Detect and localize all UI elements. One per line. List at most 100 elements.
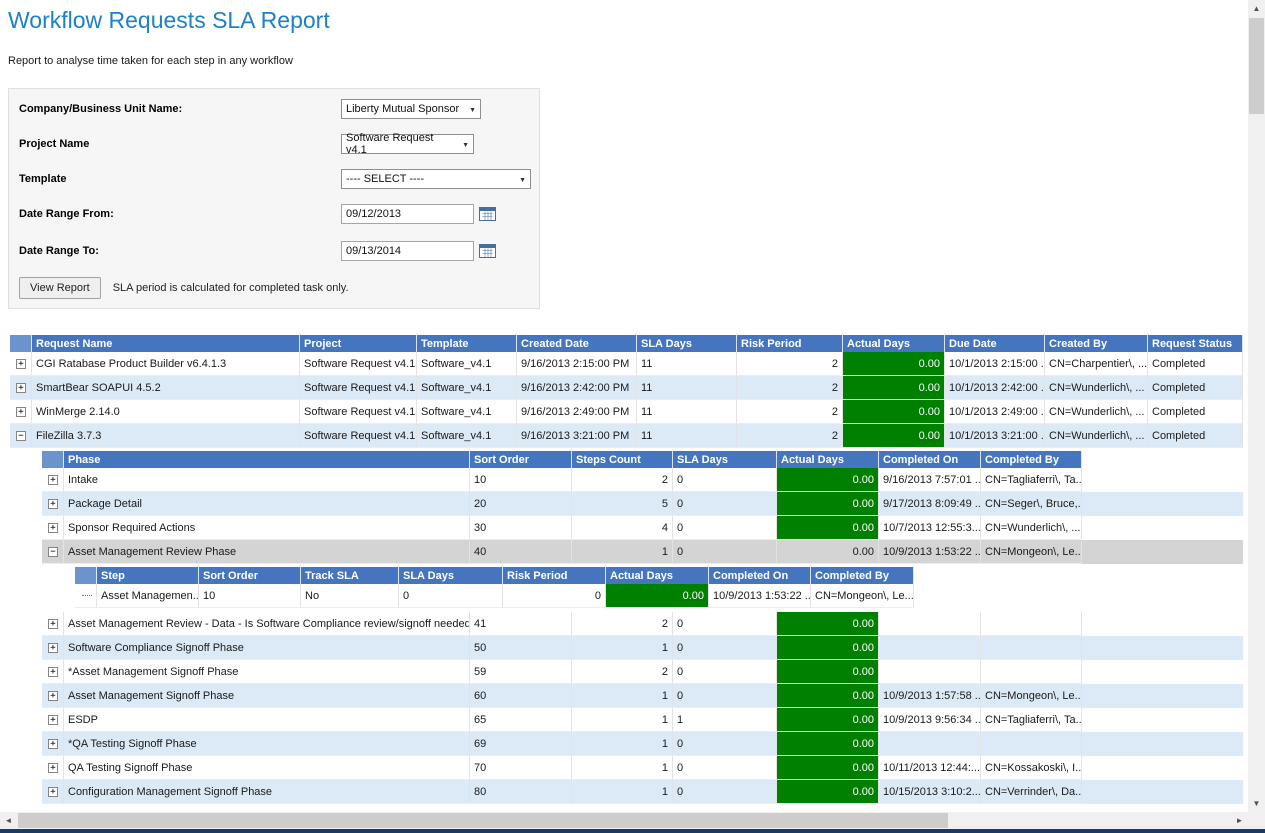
expander-cell: −	[42, 540, 64, 564]
request-row-created_by: CN=Wunderlich\, ...	[1045, 376, 1148, 400]
column-header-step: Step	[97, 567, 199, 584]
collapse-icon[interactable]: −	[48, 547, 58, 557]
expand-icon[interactable]: +	[48, 691, 58, 701]
request-row-actual: 0.00	[843, 400, 945, 424]
expand-icon[interactable]: +	[48, 739, 58, 749]
phase-table-header: PhaseSort OrderSteps CountSLA DaysActual…	[42, 451, 1243, 468]
phase-table: PhaseSort OrderSteps CountSLA DaysActual…	[42, 451, 1243, 804]
calendar-icon	[479, 243, 497, 259]
step-row-track: No	[301, 584, 399, 608]
expand-icon[interactable]: +	[48, 619, 58, 629]
template-select[interactable]: ---- SELECT ----	[341, 169, 531, 189]
request-row-actual: 0.00	[843, 424, 945, 448]
phase-row-steps: 1	[572, 684, 673, 708]
horizontal-scrollbar[interactable]	[0, 812, 1248, 829]
expand-icon[interactable]: +	[48, 715, 58, 725]
expander-cell: +	[42, 708, 64, 732]
vertical-scrollbar-thumb[interactable]	[1249, 18, 1264, 114]
expander-cell: −	[10, 424, 32, 448]
date-to-input[interactable]	[341, 241, 474, 261]
collapse-icon[interactable]: −	[16, 431, 26, 441]
phase-row-steps: 2	[572, 660, 673, 684]
request-row-created: 9/16/2013 3:21:00 PM	[517, 424, 637, 448]
expand-icon[interactable]: +	[16, 359, 26, 369]
phase-row-completed_by: CN=Verrinder\, Da...	[981, 780, 1082, 804]
phase-row-steps: 5	[572, 492, 673, 516]
expander-cell: +	[42, 636, 64, 660]
scroll-left-icon[interactable]	[0, 812, 17, 829]
column-header-request-status: Request Status	[1148, 335, 1243, 352]
expander-cell: +	[42, 732, 64, 756]
date-from-input[interactable]	[341, 204, 474, 224]
request-row-status: Completed	[1148, 424, 1243, 448]
expand-icon[interactable]: +	[48, 523, 58, 533]
step-row: Asset Managemen...10No000.0010/9/2013 1:…	[75, 584, 1243, 608]
request-row-project: Software Request v4.1	[300, 400, 417, 424]
phase-row-actual: 0.00	[777, 468, 879, 492]
expander-cell	[75, 584, 97, 608]
expand-icon[interactable]: +	[48, 499, 58, 509]
expand-icon[interactable]: +	[48, 787, 58, 797]
phase-row-sla: 0	[673, 684, 777, 708]
phase-row: +*QA Testing Signoff Phase69100.00	[42, 732, 1243, 756]
phase-row-completed_on: 10/11/2013 12:44:...	[879, 756, 981, 780]
date-from-label: Date Range From:	[19, 208, 114, 220]
expand-icon[interactable]: +	[48, 475, 58, 485]
expand-icon[interactable]: +	[48, 667, 58, 677]
column-header-risk-period: Risk Period	[737, 335, 843, 352]
project-select[interactable]: Software Request v4.1	[341, 134, 474, 154]
phase-row-sort: 10	[470, 468, 572, 492]
expand-icon[interactable]: +	[48, 763, 58, 773]
request-row-template: Software_v4.1	[417, 352, 517, 376]
request-row-sla: 11	[637, 424, 737, 448]
request-header-row: Request NameProjectTemplateCreated DateS…	[10, 335, 1243, 352]
request-row-created: 9/16/2013 2:49:00 PM	[517, 400, 637, 424]
request-row-created_by: CN=Wunderlich\, ...	[1045, 400, 1148, 424]
phase-row-completed_on: 10/15/2013 3:10:2...	[879, 780, 981, 804]
date-to-calendar-button[interactable]	[479, 242, 499, 260]
sla-note: SLA period is calculated for completed t…	[113, 282, 349, 294]
vertical-scrollbar[interactable]	[1248, 0, 1265, 812]
chevron-down-icon	[456, 138, 469, 150]
phase-row-name: Configuration Management Signoff Phase	[64, 780, 470, 804]
scroll-up-icon[interactable]	[1248, 0, 1265, 17]
request-row-name: FileZilla 3.7.3	[32, 424, 300, 448]
expander-cell: +	[42, 684, 64, 708]
column-header-template: Template	[417, 335, 517, 352]
phase-row-actual: 0.00	[777, 636, 879, 660]
scroll-down-icon[interactable]	[1248, 795, 1265, 812]
phase-row-sort: 41	[470, 612, 572, 636]
company-select-value: Liberty Mutual Sponsor	[346, 103, 459, 115]
phase-table-body: +Intake10200.009/16/2013 7:57:01 ...CN=T…	[42, 468, 1243, 564]
template-select-value: ---- SELECT ----	[346, 173, 424, 185]
phase-row: −Asset Management Review Phase40100.0010…	[42, 540, 1243, 564]
scroll-right-icon[interactable]	[1231, 812, 1248, 829]
request-table-body: +CGI Ratabase Product Builder v6.4.1.3So…	[10, 352, 1243, 448]
expand-icon[interactable]: +	[48, 643, 58, 653]
expand-icon[interactable]: +	[16, 383, 26, 393]
view-report-button[interactable]: View Report	[19, 277, 101, 299]
phase-row-completed_by: CN=Kossakoski\, I...	[981, 756, 1082, 780]
request-row-created_by: CN=Charpentier\, ...	[1045, 352, 1148, 376]
bottom-border-bar	[0, 829, 1265, 833]
request-row: +SmartBear SOAPUI 4.5.2Software Request …	[10, 376, 1243, 400]
report-page: Workflow Requests SLA Report Report to a…	[0, 0, 1265, 833]
phase-row: +*Asset Management Signoff Phase59200.00	[42, 660, 1243, 684]
column-header-sla-days: SLA Days	[399, 567, 503, 584]
expand-icon[interactable]: +	[16, 407, 26, 417]
horizontal-scrollbar-thumb[interactable]	[18, 813, 948, 828]
request-row-created: 9/16/2013 2:42:00 PM	[517, 376, 637, 400]
phase-header-row: PhaseSort OrderSteps CountSLA DaysActual…	[42, 451, 1243, 468]
company-select[interactable]: Liberty Mutual Sponsor	[341, 99, 481, 119]
request-row-created: 9/16/2013 2:15:00 PM	[517, 352, 637, 376]
phase-row-completed_on	[879, 636, 981, 660]
phase-row-name: Sponsor Required Actions	[64, 516, 470, 540]
column-header-sla-days: SLA Days	[673, 451, 777, 468]
phase-row-name: *Asset Management Signoff Phase	[64, 660, 470, 684]
phase-row-completed_by	[981, 732, 1082, 756]
phase-row-sla: 0	[673, 468, 777, 492]
date-from-calendar-button[interactable]	[479, 205, 499, 223]
project-label: Project Name	[19, 138, 89, 150]
request-row-status: Completed	[1148, 376, 1243, 400]
phase-row: +Asset Management Signoff Phase60100.001…	[42, 684, 1243, 708]
